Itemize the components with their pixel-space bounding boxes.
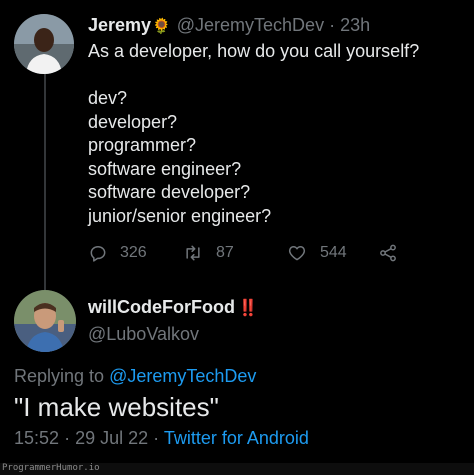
double-exclamation-emoji: ‼️ bbox=[237, 299, 258, 317]
tweet1-actions: 326 87 544 bbox=[88, 241, 418, 265]
avatar-jeremy[interactable] bbox=[14, 14, 74, 74]
tweet2-display-name[interactable]: willCodeForFood bbox=[88, 297, 235, 318]
like-count: 544 bbox=[320, 244, 347, 261]
tweet1-separator: · bbox=[329, 15, 336, 35]
tweet2-meta: 15:52 · 29 Jul 22 · Twitter for Android bbox=[14, 428, 309, 449]
reply-count: 326 bbox=[120, 244, 147, 261]
watermark: ProgrammerHumor.io bbox=[2, 463, 100, 473]
tweet2-time[interactable]: 15:52 bbox=[14, 428, 59, 448]
share-icon bbox=[380, 244, 396, 262]
tweet2-source-link[interactable]: Twitter for Android bbox=[164, 428, 309, 448]
reply-icon bbox=[90, 246, 106, 262]
tweet2-name-row: willCodeForFood ‼️ bbox=[88, 297, 258, 318]
tweet1-time[interactable]: 23h bbox=[340, 15, 370, 36]
replying-to-line: Replying to @JeremyTechDev bbox=[14, 366, 256, 387]
tweet1-header: Jeremy 🌻 @JeremyTechDev · 23h bbox=[88, 15, 370, 36]
avatar-lubo[interactable] bbox=[14, 290, 76, 352]
thread-line bbox=[44, 72, 46, 290]
sunflower-emoji: 🌻 bbox=[152, 17, 171, 35]
tweet1-handle[interactable]: @JeremyTechDev bbox=[177, 15, 324, 36]
meta-dot-2: · bbox=[153, 428, 160, 448]
retweet-count: 87 bbox=[216, 244, 234, 261]
retweet-button[interactable]: 87 bbox=[182, 243, 286, 263]
heart-icon bbox=[288, 246, 306, 261]
tweet2-handle[interactable]: @LuboValkov bbox=[88, 324, 199, 345]
like-button[interactable]: 544 bbox=[286, 243, 378, 263]
reply-button[interactable]: 326 bbox=[88, 243, 182, 263]
tweet2-date[interactable]: 29 Jul 22 bbox=[75, 428, 148, 448]
avatar-jeremy-image bbox=[14, 14, 74, 74]
share-button[interactable] bbox=[378, 243, 410, 263]
avatar-lubo-image bbox=[14, 290, 76, 352]
replying-to-link[interactable]: @JeremyTechDev bbox=[109, 366, 256, 386]
meta-dot-1: · bbox=[64, 428, 71, 448]
retweet-icon bbox=[186, 245, 200, 261]
tweet2-text: "I make websites" bbox=[14, 392, 219, 422]
tweet1-text: As a developer, how do you call yourself… bbox=[88, 41, 420, 226]
replying-to-prefix: Replying to bbox=[14, 366, 110, 386]
tweet1-display-name[interactable]: Jeremy bbox=[88, 15, 151, 36]
